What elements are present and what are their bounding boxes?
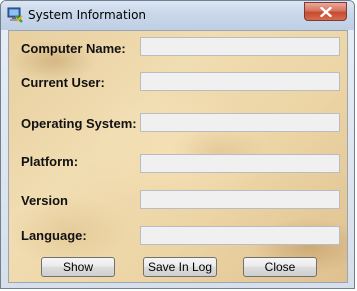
version-field[interactable] bbox=[140, 190, 340, 209]
platform-field[interactable] bbox=[140, 154, 340, 173]
platform-label: Platform: bbox=[21, 154, 79, 169]
operating-system-field[interactable] bbox=[140, 113, 340, 132]
system-information-window: System Information Computer Name: Curren… bbox=[0, 0, 355, 289]
computer-name-label: Computer Name: bbox=[21, 41, 126, 56]
show-button[interactable]: Show bbox=[41, 257, 115, 277]
save-in-log-button[interactable]: Save In Log bbox=[143, 257, 217, 277]
computer-icon bbox=[7, 7, 23, 23]
computer-name-field[interactable] bbox=[140, 37, 340, 56]
close-window-button[interactable] bbox=[304, 2, 347, 21]
language-label: Language: bbox=[21, 228, 87, 243]
close-button[interactable]: Close bbox=[243, 257, 317, 277]
title-bar[interactable]: System Information bbox=[1, 1, 354, 30]
current-user-label: Current User: bbox=[21, 75, 105, 90]
version-label: Version bbox=[21, 193, 68, 208]
window-title: System Information bbox=[28, 8, 147, 22]
close-icon bbox=[320, 7, 332, 17]
form-body: Computer Name: Current User: Operating S… bbox=[8, 30, 348, 283]
current-user-field[interactable] bbox=[140, 72, 340, 91]
operating-system-label: Operating System: bbox=[21, 116, 137, 131]
language-field[interactable] bbox=[140, 226, 340, 245]
